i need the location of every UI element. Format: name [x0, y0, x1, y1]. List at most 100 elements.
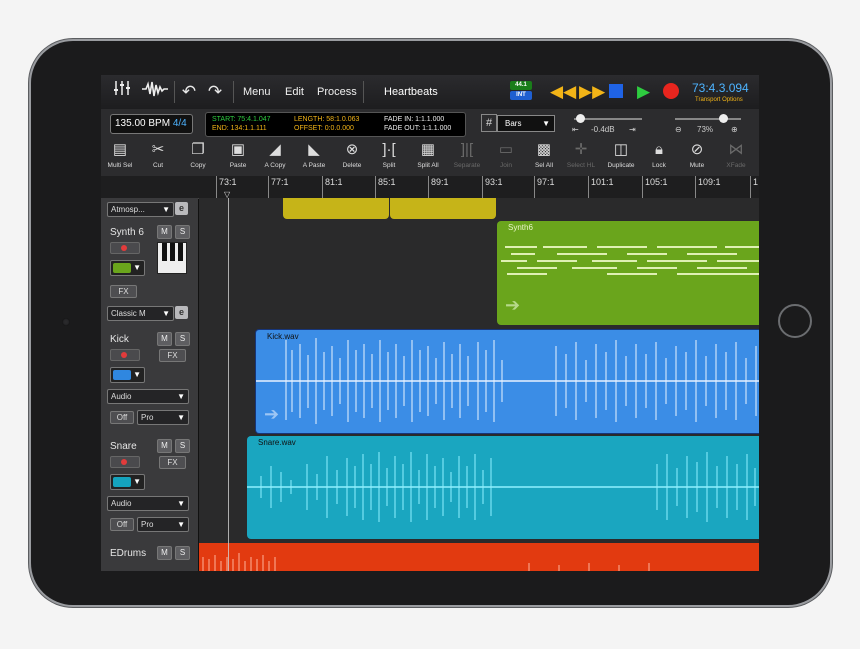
- mixer-icon[interactable]: [111, 75, 133, 109]
- track-header-edrums[interactable]: EDrums M S: [101, 541, 198, 571]
- atmos-clip[interactable]: [390, 198, 496, 219]
- undo-icon[interactable]: ↶: [179, 75, 199, 109]
- monitor-toggle[interactable]: Off: [110, 411, 134, 424]
- mute-button[interactable]: ⊘ Mute: [683, 139, 711, 176]
- zoom-out-icon[interactable]: ⊖: [675, 125, 682, 134]
- zoom-knob[interactable]: [719, 114, 728, 123]
- track-name: Synth 6: [110, 227, 144, 238]
- lock-icon: 🔒︎: [655, 141, 663, 158]
- piano-icon[interactable]: [157, 242, 187, 274]
- split-button[interactable]: ]·[Split: [375, 139, 403, 176]
- mode-select[interactable]: Pro ▼: [137, 410, 189, 425]
- paste-icon: ▣: [230, 141, 246, 158]
- bpm-value: 135.00 BPM: [115, 118, 171, 129]
- snap-select[interactable]: Bars ▼: [497, 115, 555, 132]
- atmos-track-name[interactable]: Atmosp... ▼: [107, 202, 174, 217]
- solo-toggle[interactable]: S: [175, 225, 190, 239]
- fx-button[interactable]: FX: [159, 456, 186, 469]
- preset-select[interactable]: Classic M ▼: [107, 306, 174, 321]
- play-icon[interactable]: ▶: [637, 83, 650, 101]
- zoom-slider[interactable]: [675, 118, 741, 120]
- fx-button[interactable]: FX: [159, 349, 186, 362]
- end-value: END: 134:1.1.111: [212, 125, 267, 132]
- tempo-field[interactable]: 135.00 BPM 4/4: [110, 114, 193, 134]
- grid-icon[interactable]: #: [481, 114, 497, 132]
- audio-copy-button[interactable]: ◢ A Copy: [259, 139, 291, 176]
- volume-value: -0.4dB: [591, 125, 615, 134]
- rewind-icon[interactable]: ◀◀: [550, 83, 576, 101]
- time-signature: 4/4: [172, 118, 187, 129]
- process-menu[interactable]: Process: [317, 75, 357, 109]
- record-icon[interactable]: [663, 83, 679, 99]
- mute-toggle[interactable]: M: [157, 439, 172, 453]
- synth-clip[interactable]: Synth6 ➔: [497, 221, 759, 325]
- join-button[interactable]: ▭ Join: [491, 139, 521, 176]
- separate-button[interactable]: ]|[Separate: [449, 139, 485, 176]
- track-header-kick[interactable]: Kick M S FX ▼ Audio ▼ Off Pro ▼: [101, 327, 198, 435]
- playhead-line: [228, 198, 229, 571]
- lane-edrums[interactable]: [199, 541, 759, 571]
- track-header-atmos[interactable]: Atmosp... ▼ e: [101, 198, 198, 221]
- lane-snare[interactable]: Snare.wav: [199, 434, 759, 542]
- offset-value: OFFSET: 0:0.0.000: [294, 125, 354, 132]
- select-all-button[interactable]: ▩ Sel All: [529, 139, 559, 176]
- mute-toggle[interactable]: M: [157, 225, 172, 239]
- record-arm-button[interactable]: [110, 242, 140, 254]
- chevron-down-icon: ▼: [162, 205, 170, 214]
- record-arm-button[interactable]: [110, 456, 140, 468]
- volume-knob[interactable]: [576, 114, 585, 123]
- lane-atmos[interactable]: [199, 198, 759, 221]
- lock-button[interactable]: 🔒︎ Lock: [645, 139, 673, 176]
- cut-button[interactable]: ✂ Cut: [143, 139, 173, 176]
- mute-toggle[interactable]: M: [157, 332, 172, 346]
- waveform-icon[interactable]: [141, 75, 169, 109]
- fast-forward-icon[interactable]: ▶▶: [579, 83, 605, 101]
- mode-select[interactable]: Pro ▼: [137, 517, 189, 532]
- track-header-synth[interactable]: Synth 6 M S ▼ FX Classic M ▼ e: [101, 220, 198, 328]
- crossfade-button[interactable]: ⋈ XFade: [719, 139, 753, 176]
- split-all-button[interactable]: ▦ Split All: [411, 139, 445, 176]
- track-color-select[interactable]: ▼: [110, 474, 145, 490]
- multi-select-button[interactable]: ▤ Multi Sel: [103, 139, 137, 176]
- duplicate-button[interactable]: ◫ Duplicate: [602, 139, 640, 176]
- audio-paste-button[interactable]: ◣ A Paste: [297, 139, 331, 176]
- select-highlight-button[interactable]: ✛ Select HL: [563, 139, 599, 176]
- transport-options-link[interactable]: Transport Options: [695, 97, 743, 103]
- stop-icon[interactable]: [609, 84, 623, 98]
- track-name: Kick: [110, 334, 129, 345]
- paste-button[interactable]: ▣ Paste: [223, 139, 253, 176]
- atmos-clip[interactable]: [283, 198, 389, 219]
- monitor-toggle[interactable]: Off: [110, 518, 134, 531]
- kick-clip[interactable]: Kick.wav ➔: [255, 329, 759, 434]
- timeline-ruler[interactable]: 73:1 77:1 81:1 85:1 89:1 93:1 97:1 101:1…: [101, 176, 759, 199]
- zoom-value: 73%: [697, 125, 714, 134]
- copy-button[interactable]: ❐ Copy: [183, 139, 213, 176]
- track-color-select[interactable]: ▼: [110, 367, 145, 383]
- delete-button[interactable]: ⊗ Delete: [337, 139, 367, 176]
- track-header-snare[interactable]: Snare M S FX ▼ Audio ▼ Off Pro ▼: [101, 434, 198, 542]
- redo-icon[interactable]: ↷: [205, 75, 225, 109]
- solo-toggle[interactable]: S: [175, 546, 190, 560]
- edit-instrument-button[interactable]: e: [175, 306, 188, 319]
- snare-clip[interactable]: Snare.wav: [247, 436, 759, 539]
- input-select[interactable]: Audio ▼: [107, 496, 189, 511]
- lane-synth[interactable]: Synth6 ➔: [199, 220, 759, 328]
- mute-toggle[interactable]: M: [157, 546, 172, 560]
- menu-button[interactable]: Menu: [243, 75, 271, 109]
- sync-mode-badge[interactable]: INT: [510, 91, 532, 100]
- record-arm-button[interactable]: [110, 349, 140, 361]
- zoom-in-icon[interactable]: ⊕: [731, 125, 738, 134]
- lane-kick[interactable]: Kick.wav ➔: [199, 327, 759, 435]
- edit-instrument-button[interactable]: e: [175, 202, 188, 215]
- delete-icon: ⊗: [345, 141, 359, 158]
- solo-toggle[interactable]: S: [175, 332, 190, 346]
- track-color-select[interactable]: ▼: [110, 260, 145, 276]
- edrums-clip[interactable]: [199, 543, 759, 571]
- solo-toggle[interactable]: S: [175, 439, 190, 453]
- fx-button[interactable]: FX: [110, 285, 137, 298]
- home-button[interactable]: [778, 304, 812, 338]
- input-select[interactable]: Audio ▼: [107, 389, 189, 404]
- info-bar: 135.00 BPM 4/4 START: 75:4.1.047 END: 13…: [101, 109, 759, 140]
- sample-rate-badge[interactable]: 44.1: [510, 81, 532, 90]
- edit-menu[interactable]: Edit: [285, 75, 304, 109]
